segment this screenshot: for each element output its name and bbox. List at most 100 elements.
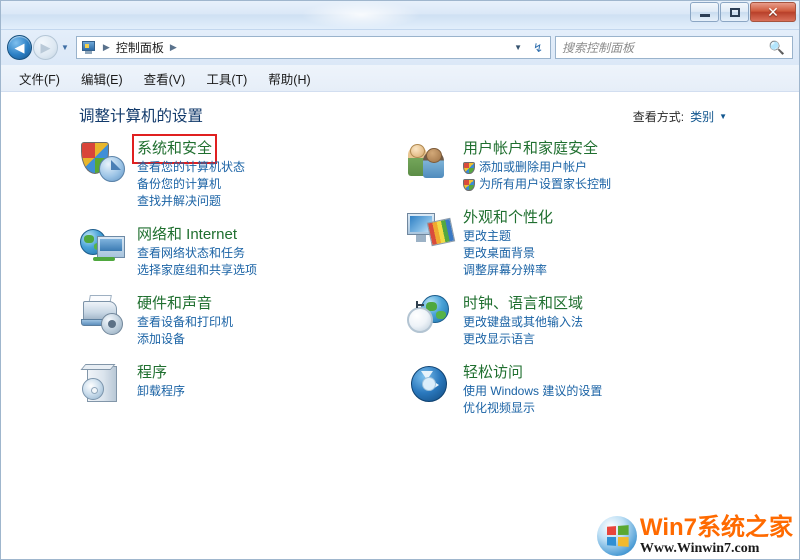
category-title-appearance-personalization[interactable]: 外观和个性化 bbox=[463, 208, 553, 228]
control-panel-icon bbox=[81, 40, 97, 56]
search-icon[interactable]: 🔍 bbox=[769, 40, 785, 56]
search-input[interactable]: 搜索控制面板 bbox=[562, 39, 634, 56]
minimize-icon bbox=[699, 13, 710, 17]
category-title-programs[interactable]: 程序 bbox=[137, 363, 167, 383]
link-label: 卸载程序 bbox=[137, 384, 186, 398]
breadcrumb-dropdown-icon[interactable]: ▼ bbox=[514, 43, 522, 52]
user-head-right-icon bbox=[426, 148, 442, 163]
clock-icon bbox=[407, 307, 433, 333]
link-label: 更改键盘或其他输入法 bbox=[463, 315, 584, 329]
link-label: 更改桌面背景 bbox=[463, 246, 536, 260]
link-change-theme[interactable]: 更改主题 bbox=[463, 228, 553, 245]
search-box[interactable]: 搜索控制面板 🔍 bbox=[555, 36, 793, 59]
navigation-buttons: ◀ ▶ ▼ bbox=[7, 35, 73, 60]
link-view-devices-printers[interactable]: 查看设备和打印机 bbox=[137, 314, 233, 331]
control-panel-window: ✕ ◀ ▶ ▼ ▶ 控制面板 ▶ ▼ ↯ 搜索控制面板 🔍 文件(F) 编辑(E… bbox=[0, 0, 800, 560]
flag-pane-red bbox=[606, 526, 616, 536]
link-homegroup-sharing-options[interactable]: 选择家庭组和共享选项 bbox=[137, 262, 257, 279]
link-label: 添加设备 bbox=[137, 332, 186, 346]
menu-item-edit[interactable]: 编辑(E) bbox=[81, 69, 123, 88]
title-bar: ✕ bbox=[1, 1, 799, 30]
category-ease-of-access: 轻松访问 使用 Windows 建议的设置 优化视频显示 bbox=[405, 362, 723, 417]
category-network-and-internet: 网络和 Internet 查看网络状态和任务 选择家庭组和共享选项 bbox=[79, 224, 397, 279]
network-internet-icon bbox=[79, 224, 131, 272]
category-body: 轻松访问 使用 Windows 建议的设置 优化视频显示 bbox=[463, 362, 602, 417]
link-change-desktop-background[interactable]: 更改桌面背景 bbox=[463, 245, 553, 262]
breadcrumb-bar[interactable]: ▶ 控制面板 ▶ ▼ ↯ bbox=[75, 36, 551, 59]
view-by-value[interactable]: 类别 bbox=[690, 108, 714, 125]
color-swatch-icon bbox=[426, 217, 456, 247]
menu-item-help[interactable]: 帮助(H) bbox=[268, 69, 310, 88]
menu-item-tools[interactable]: 工具(T) bbox=[206, 69, 247, 88]
recent-pages-caret-icon[interactable]: ▼ bbox=[61, 43, 69, 52]
link-change-display-language[interactable]: 更改显示语言 bbox=[463, 331, 583, 348]
category-title-clock-language-region[interactable]: 时钟、语言和区域 bbox=[463, 294, 583, 314]
link-label: 选择家庭组和共享选项 bbox=[137, 263, 258, 277]
back-arrow-icon: ◀ bbox=[14, 40, 25, 55]
breadcrumb-separator-trailing-icon[interactable]: ▶ bbox=[166, 42, 181, 53]
category-appearance-personalization: 外观和个性化 更改主题 更改桌面背景 调整屏幕分辨率 bbox=[405, 207, 723, 279]
system-security-icon bbox=[79, 138, 131, 186]
category-title-system-and-security[interactable]: 系统和安全 bbox=[131, 134, 218, 164]
category-user-accounts-family-safety: 用户帐户和家庭安全 添加或删除用户帐户 为所有用户设置家长控制 bbox=[405, 138, 723, 193]
link-add-remove-user-accounts[interactable]: 添加或删除用户帐户 bbox=[463, 159, 611, 176]
category-system-and-security: 系统和安全 查看您的计算机状态 备份您的计算机 查找并解决问题 bbox=[79, 134, 397, 210]
watermark-url: Www.Winwin7.com bbox=[639, 541, 760, 556]
link-label: 更改主题 bbox=[463, 229, 512, 243]
category-title-hardware-and-sound[interactable]: 硬件和声音 bbox=[137, 294, 212, 314]
close-icon: ✕ bbox=[767, 4, 779, 20]
back-button[interactable]: ◀ bbox=[7, 35, 32, 60]
link-label: 查看您的计算机状态 bbox=[137, 160, 246, 174]
menu-item-file[interactable]: 文件(F) bbox=[19, 69, 60, 88]
monitor-stand-icon bbox=[416, 235, 426, 242]
link-backup-computer[interactable]: 备份您的计算机 bbox=[137, 176, 245, 193]
link-view-network-status[interactable]: 查看网络状态和任务 bbox=[137, 245, 257, 262]
clock-language-region-icon bbox=[405, 293, 457, 341]
minimize-button[interactable] bbox=[690, 2, 719, 22]
category-title-user-accounts-family-safety[interactable]: 用户帐户和家庭安全 bbox=[463, 139, 598, 159]
link-use-windows-recommended-settings[interactable]: 使用 Windows 建议的设置 bbox=[463, 383, 602, 400]
link-label: 使用 Windows 建议的设置 bbox=[463, 384, 603, 398]
ease-of-access-icon bbox=[405, 362, 457, 410]
category-body: 网络和 Internet 查看网络状态和任务 选择家庭组和共享选项 bbox=[137, 224, 257, 279]
category-title-network-and-internet[interactable]: 网络和 Internet bbox=[137, 225, 237, 245]
category-clock-language-region: 时钟、语言和区域 更改键盘或其他输入法 更改显示语言 bbox=[405, 293, 723, 348]
menu-item-view[interactable]: 查看(V) bbox=[144, 69, 186, 88]
close-button[interactable]: ✕ bbox=[750, 2, 796, 22]
link-add-device[interactable]: 添加设备 bbox=[137, 331, 233, 348]
category-column-right: 用户帐户和家庭安全 添加或删除用户帐户 为所有用户设置家长控制 外观和个性化 更… bbox=[405, 138, 723, 431]
flag-pane-yellow bbox=[617, 537, 629, 547]
category-body: 系统和安全 查看您的计算机状态 备份您的计算机 查找并解决问题 bbox=[131, 134, 245, 210]
link-change-keyboard-input-method[interactable]: 更改键盘或其他输入法 bbox=[463, 314, 583, 331]
link-label: 添加或删除用户帐户 bbox=[479, 160, 588, 174]
category-body: 硬件和声音 查看设备和打印机 添加设备 bbox=[137, 293, 233, 348]
disc-icon bbox=[82, 378, 104, 400]
link-find-and-fix-problems[interactable]: 查找并解决问题 bbox=[137, 193, 245, 210]
breadcrumb-item-control-panel[interactable]: 控制面板 bbox=[114, 39, 166, 56]
maximize-icon bbox=[729, 7, 740, 17]
watermark: Win7系统之家 Www.Winwin7.com bbox=[596, 516, 793, 556]
chevron-down-icon[interactable]: ▼ bbox=[719, 112, 727, 121]
link-uninstall-program[interactable]: 卸载程序 bbox=[137, 383, 185, 400]
windows-logo-icon bbox=[596, 516, 637, 556]
clock-minute-hand-icon bbox=[417, 304, 424, 306]
category-body: 外观和个性化 更改主题 更改桌面背景 调整屏幕分辨率 bbox=[463, 207, 553, 279]
control-panel-icon-stand bbox=[84, 50, 92, 54]
view-by-label: 查看方式: bbox=[632, 110, 685, 124]
forward-button[interactable]: ▶ bbox=[33, 35, 58, 60]
category-title-ease-of-access[interactable]: 轻松访问 bbox=[463, 363, 523, 383]
link-adjust-screen-resolution[interactable]: 调整屏幕分辨率 bbox=[463, 262, 553, 279]
maximize-button[interactable] bbox=[720, 2, 749, 22]
category-grid: 系统和安全 查看您的计算机状态 备份您的计算机 查找并解决问题 网络和 Inte… bbox=[1, 134, 799, 431]
menu-bar: 文件(F) 编辑(E) 查看(V) 工具(T) 帮助(H) bbox=[1, 65, 799, 92]
flag-pane-green bbox=[617, 525, 629, 535]
page-header: 调整计算机的设置 查看方式: 类别 ▼ bbox=[1, 92, 799, 138]
flag-pane-blue bbox=[606, 536, 616, 546]
windows-flag-icon bbox=[606, 525, 629, 547]
watermark-text: Win7系统之家 Www.Winwin7.com bbox=[640, 516, 793, 556]
refresh-icon[interactable]: ↯ bbox=[533, 41, 543, 55]
link-setup-parental-controls[interactable]: 为所有用户设置家长控制 bbox=[463, 176, 611, 193]
category-column-left: 系统和安全 查看您的计算机状态 备份您的计算机 查找并解决问题 网络和 Inte… bbox=[79, 134, 397, 431]
link-view-computer-status[interactable]: 查看您的计算机状态 bbox=[137, 159, 245, 176]
link-optimize-visual-display[interactable]: 优化视频显示 bbox=[463, 400, 602, 417]
